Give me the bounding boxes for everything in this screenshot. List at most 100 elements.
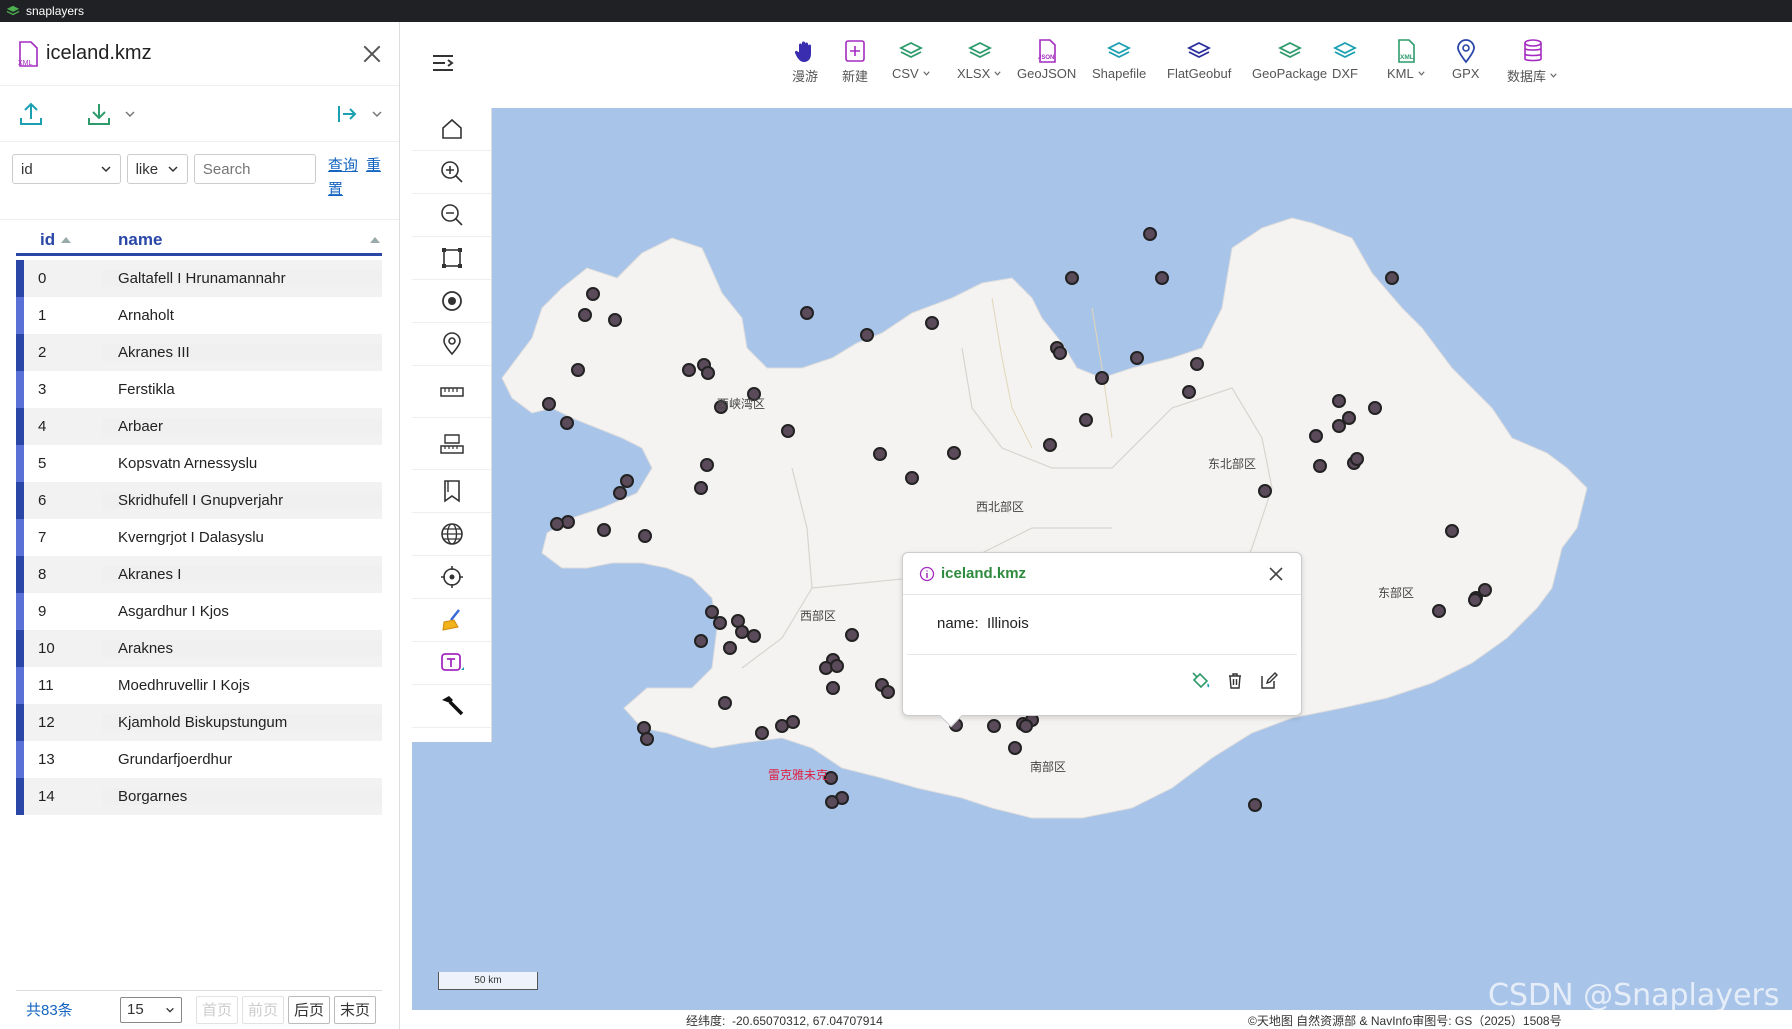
locate-button[interactable]	[412, 556, 491, 599]
page-size-select[interactable]: 15	[120, 996, 182, 1023]
feature-point[interactable]	[826, 681, 840, 695]
area-measure-button[interactable]	[412, 418, 491, 470]
table-row[interactable]: 13 Grundarfjoerdhur	[16, 741, 382, 778]
feature-point[interactable]	[860, 328, 874, 342]
toolbar-button-11[interactable]: 数据库	[1507, 38, 1558, 85]
table-row[interactable]: 7 Kverngrjot I Dalasyslu	[16, 519, 382, 556]
trash-icon[interactable]	[1225, 671, 1245, 691]
feature-point[interactable]	[987, 719, 1001, 733]
close-icon[interactable]	[361, 43, 383, 65]
sort-asc-icon[interactable]	[370, 236, 380, 243]
target-button[interactable]	[412, 280, 491, 323]
feature-point[interactable]	[755, 726, 769, 740]
bookmark-button[interactable]	[412, 470, 491, 513]
feature-point[interactable]	[1155, 271, 1169, 285]
toolbar-button-9[interactable]: XML KML	[1387, 38, 1426, 81]
download-icon[interactable]	[84, 99, 114, 129]
table-row[interactable]: 6 Skridhufell I Gnupverjahr	[16, 482, 382, 519]
feature-point[interactable]	[1095, 371, 1109, 385]
toolbar-button-6[interactable]: FlatGeobuf	[1167, 38, 1231, 81]
measure-button[interactable]	[412, 366, 491, 418]
operator-select[interactable]: like	[126, 154, 188, 184]
paint-bucket-icon[interactable]	[1191, 671, 1211, 691]
field-select[interactable]: id	[12, 154, 121, 184]
text-tool-button[interactable]	[412, 642, 491, 685]
feature-point[interactable]	[1248, 798, 1262, 812]
zoom-out-button[interactable]	[412, 194, 491, 237]
feature-point[interactable]	[947, 446, 961, 460]
feature-point[interactable]	[1332, 394, 1346, 408]
feature-point[interactable]	[718, 696, 732, 710]
table-row[interactable]: 4 Arbaer	[16, 408, 382, 445]
export-arrow-icon[interactable]	[331, 99, 361, 129]
feature-point[interactable]	[1053, 346, 1067, 360]
feature-point[interactable]	[1313, 459, 1327, 473]
feature-point[interactable]	[1258, 484, 1272, 498]
feature-point[interactable]	[586, 287, 600, 301]
feature-point[interactable]	[1445, 524, 1459, 538]
table-row[interactable]: 1 Arnaholt	[16, 297, 382, 334]
feature-point[interactable]	[608, 313, 622, 327]
feature-point[interactable]	[1043, 438, 1057, 452]
table-row[interactable]: 0 Galtafell I Hrunamannahr	[16, 260, 382, 297]
feature-point[interactable]	[1143, 227, 1157, 241]
feature-point[interactable]	[1309, 429, 1323, 443]
close-icon[interactable]	[1267, 565, 1285, 583]
feature-point[interactable]	[613, 486, 627, 500]
feature-point[interactable]	[700, 458, 714, 472]
feature-point[interactable]	[1019, 719, 1033, 733]
table-row[interactable]: 11 Moedhruvellir I Kojs	[16, 667, 382, 704]
column-header-id[interactable]: id	[16, 230, 102, 250]
table-row[interactable]: 3 Ferstikla	[16, 371, 382, 408]
feature-point[interactable]	[597, 523, 611, 537]
toolbar-button-7[interactable]: GeoPackage	[1252, 38, 1327, 81]
feature-point[interactable]	[723, 641, 737, 655]
feature-point[interactable]	[830, 659, 844, 673]
feature-point[interactable]	[925, 316, 939, 330]
feature-point[interactable]	[1350, 452, 1364, 466]
feature-point[interactable]	[1368, 401, 1382, 415]
feature-point[interactable]	[1079, 413, 1093, 427]
chevron-down-icon[interactable]	[124, 108, 136, 120]
feature-point[interactable]	[781, 424, 795, 438]
edit-icon[interactable]	[1259, 671, 1279, 691]
next-page-button[interactable]: 后页	[288, 995, 331, 1024]
feature-point[interactable]	[825, 795, 839, 809]
feature-point[interactable]	[1182, 385, 1196, 399]
search-input[interactable]	[193, 154, 316, 184]
prev-page-button[interactable]: 前页	[242, 995, 285, 1024]
hammer-button[interactable]	[412, 685, 491, 728]
feature-point[interactable]	[786, 715, 800, 729]
toolbar-button-0[interactable]: 漫游	[792, 38, 818, 85]
feature-point[interactable]	[682, 363, 696, 377]
feature-point[interactable]	[713, 616, 727, 630]
feature-point[interactable]	[1130, 351, 1144, 365]
feature-point[interactable]	[550, 517, 564, 531]
feature-point[interactable]	[694, 481, 708, 495]
feature-point[interactable]	[560, 416, 574, 430]
extent-button[interactable]	[412, 237, 491, 280]
feature-point[interactable]	[1190, 357, 1204, 371]
feature-point[interactable]	[1432, 604, 1446, 618]
table-row[interactable]: 8 Akranes I	[16, 556, 382, 593]
query-link[interactable]: 查询	[328, 157, 358, 174]
feature-point[interactable]	[701, 366, 715, 380]
feature-point[interactable]	[1468, 593, 1482, 607]
feature-point[interactable]	[578, 308, 592, 322]
feature-point[interactable]	[1385, 271, 1399, 285]
feature-point[interactable]	[542, 397, 556, 411]
menu-collapse-icon[interactable]	[430, 50, 456, 76]
toolbar-button-5[interactable]: Shapefile	[1092, 38, 1146, 81]
table-row[interactable]: 14 Borgarnes	[16, 778, 382, 815]
feature-point[interactable]	[694, 634, 708, 648]
first-page-button[interactable]: 首页	[196, 995, 239, 1024]
chevron-down-icon[interactable]	[371, 108, 383, 120]
feature-point[interactable]	[845, 628, 859, 642]
column-header-name[interactable]: name	[102, 230, 382, 250]
table-row[interactable]: 9 Asgardhur I Kjos	[16, 593, 382, 630]
table-row[interactable]: 12 Kjamhold Biskupstungum	[16, 704, 382, 741]
toolbar-button-4[interactable]: JSON GeoJSON	[1017, 38, 1076, 81]
feature-point[interactable]	[1008, 741, 1022, 755]
table-row[interactable]: 10 Araknes	[16, 630, 382, 667]
home-button[interactable]	[412, 108, 491, 151]
